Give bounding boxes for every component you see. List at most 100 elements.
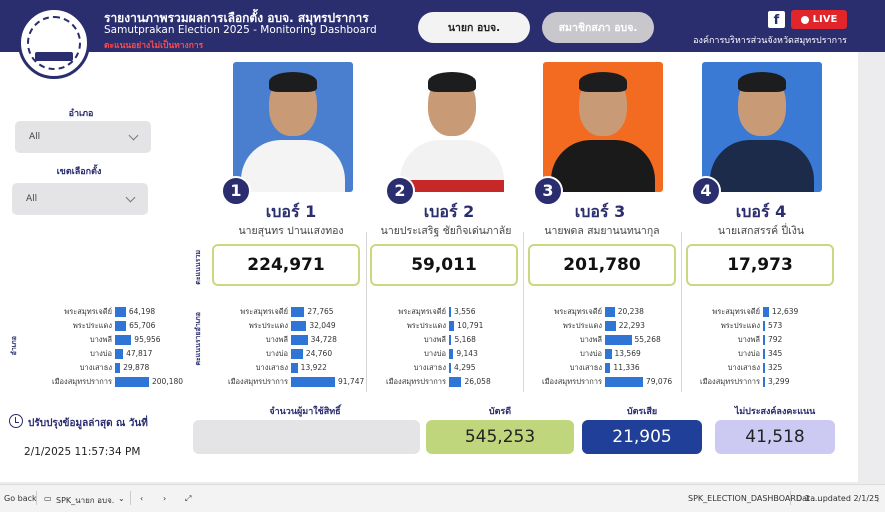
candidate-1-district-value: 13,922 (300, 363, 327, 372)
district-name: พระสมุทรเจดีย์ (554, 307, 602, 316)
candidate-1-district-bar[interactable] (291, 363, 298, 373)
eligible-voters-label: จำนวนผู้มาใช้สิทธิ์ (269, 407, 341, 417)
district-name: พระสมุทรเจดีย์ (712, 307, 760, 316)
candidate-2-district-bar[interactable] (449, 307, 451, 317)
expand-icon[interactable]: ⤢ (185, 494, 191, 504)
more-icon[interactable]: ⋮ (874, 494, 882, 503)
overall-district-value: 64,198 (128, 307, 156, 316)
candidate-3-district-bar[interactable] (605, 321, 616, 331)
candidate-4-district-bar[interactable] (763, 377, 765, 387)
eligible-voters-box (193, 420, 420, 454)
candidate-4-district-bar[interactable] (763, 349, 765, 359)
invalid-ballots-label: บัตรเสีย (626, 407, 658, 417)
candidate-4-district-row: บางบ่อ (668, 348, 760, 360)
live-button[interactable]: LIVE (791, 10, 847, 29)
district-name: บางเสาธง (79, 363, 112, 372)
overall-district-value: 95,956 (134, 335, 161, 344)
page-menu-chevron-icon[interactable]: ⌄ (118, 494, 125, 503)
chevron-down-icon (128, 130, 139, 140)
candidate-4-district-value: 573 (768, 321, 783, 330)
overall-district-bar[interactable] (115, 349, 124, 359)
candidate-2-district-row: พระประแดง (354, 320, 446, 332)
organization-name: องค์การบริหารส่วนจังหวัดสมุทรปราการ (693, 36, 847, 46)
candidate-1-district-bar[interactable] (291, 349, 303, 359)
candidate-1-district-bar[interactable] (291, 335, 308, 345)
candidate-1-hair (269, 72, 317, 92)
facebook-icon[interactable]: f (768, 11, 785, 28)
district-name: พระสมุทรเจดีย์ (240, 307, 288, 316)
candidate-3-district-bar[interactable] (605, 349, 612, 359)
unofficial-warning: ตะแนนอย่างไม่เป็นทางการ (104, 41, 204, 51)
previous-page-icon[interactable]: ‹ (140, 494, 143, 503)
overall-district-bar[interactable] (115, 363, 121, 373)
overall-district-bar[interactable] (115, 321, 127, 331)
overall-district-bar[interactable] (115, 377, 149, 387)
go-back-button[interactable]: Go back (4, 494, 37, 503)
candidate-2-district-bar[interactable] (449, 321, 455, 331)
district-name: พระประแดง (720, 321, 760, 330)
candidate-3-district-value: 22,293 (618, 321, 645, 330)
district-name: พระประแดง (248, 321, 288, 330)
zone-filter-label: เขตเลือกตั้ง (56, 167, 102, 177)
candidate-2-district-value: 4,295 (454, 363, 476, 372)
overall-district-bar[interactable] (115, 307, 126, 317)
district-name: บางเสาธง (255, 363, 288, 372)
valid-ballots-label: บัตรดี (488, 407, 512, 417)
candidate-4-total-votes: 17,973 (686, 244, 834, 286)
district-name: เมืองสมุทรปราการ (386, 377, 446, 386)
candidate-3-district-bar[interactable] (605, 363, 611, 373)
candidate-2-district-row: พระสมุทรเจดีย์ (354, 306, 446, 318)
candidate-2-photo (392, 62, 512, 192)
candidate-4-district-row: พระสมุทรเจดีย์ (668, 306, 760, 318)
live-label: LIVE (812, 14, 838, 25)
candidate-4-district-bar[interactable] (763, 321, 765, 331)
divider (36, 491, 37, 505)
candidate-1-district-bar[interactable] (291, 321, 307, 331)
candidate-2-district-bar[interactable] (449, 349, 454, 359)
candidate-3-hair (579, 72, 627, 92)
candidate-2-district-value: 10,791 (457, 321, 484, 330)
candidate-4-district-value: 325 (768, 363, 783, 372)
candidate-4-suit (710, 140, 814, 192)
candidate-2-name: นายประเสริฐ ชัยกิจเด่นภาลัย (380, 225, 512, 237)
divider (790, 491, 791, 505)
district-name: พระสมุทรเจดีย์ (64, 307, 112, 316)
district-filter-label: อำเภอ (68, 109, 94, 119)
candidate-3-district-bar[interactable] (605, 307, 615, 317)
candidate-2-total-votes: 59,011 (370, 244, 518, 286)
data-updated-text: Data updated 2/1/25 (796, 494, 880, 503)
candidate-3-district-value: 11,336 (613, 363, 640, 372)
candidate-2-district-bar[interactable] (449, 335, 452, 345)
district-dropdown[interactable]: All (15, 121, 151, 153)
district-name: บางพลี (579, 335, 602, 344)
candidate-4-photo (702, 62, 822, 192)
overall-district-value: 29,878 (123, 363, 150, 372)
next-page-icon[interactable]: › (163, 494, 166, 503)
candidate-4-district-bar[interactable] (763, 307, 770, 317)
candidate-3-district-value: 20,238 (617, 307, 644, 316)
page-icon[interactable]: ▭ (44, 494, 52, 503)
district-name: บางบ่อ (580, 349, 602, 358)
candidate-4-district-bar[interactable] (763, 363, 765, 373)
tab-mayor[interactable]: นายก อบจ. (418, 12, 530, 43)
zone-dropdown[interactable]: All (12, 183, 148, 215)
page-tab[interactable]: SPK_นายก อบจ. (56, 494, 114, 507)
candidate-2-district-bar[interactable] (449, 363, 452, 373)
invalid-ballots-value: 21,905 (582, 420, 702, 454)
candidate-4-district-row: บางเสาธง (668, 362, 760, 374)
district-name: บางเสาธง (413, 363, 446, 372)
tab-council[interactable]: สมาชิกสภา อบจ. (542, 12, 654, 43)
candidate-2-district-value: 26,058 (464, 377, 491, 386)
candidate-3-district-bar[interactable] (605, 335, 632, 345)
candidate-2-district-bar[interactable] (449, 377, 462, 387)
candidate-2-hair (428, 72, 476, 92)
candidate-2-district-row: เมืองสมุทรปราการ (354, 376, 446, 388)
candidate-4-district-bar[interactable] (763, 335, 765, 345)
candidate-1-district-bar[interactable] (291, 377, 335, 387)
candidate-1-district-bar[interactable] (291, 307, 305, 317)
candidate-3-district-row: เมืองสมุทรปราการ (510, 376, 602, 388)
overall-district-bar[interactable] (115, 335, 132, 345)
candidate-3-district-bar[interactable] (605, 377, 643, 387)
seal-ring (27, 16, 81, 70)
district-name: เมืองสมุทรปราการ (542, 377, 602, 386)
